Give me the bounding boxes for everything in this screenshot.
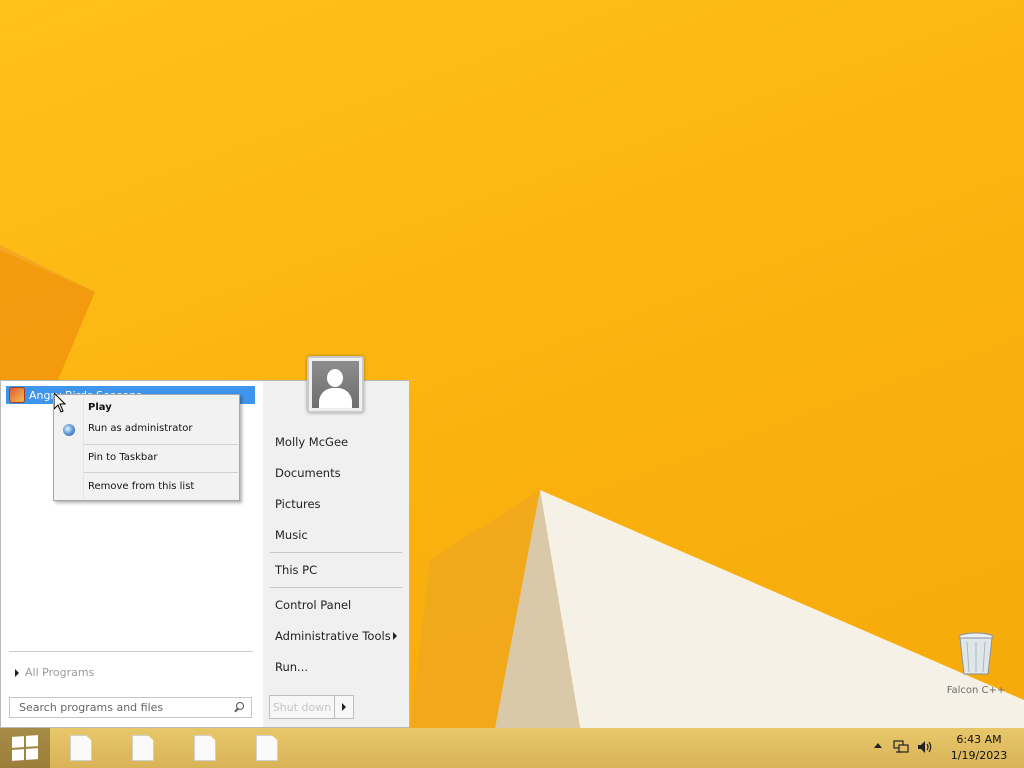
recycle-bin-icon [958,632,994,675]
taskbar-pinned-app-2[interactable] [132,735,154,761]
context-menu: Play Run as administrator Pin to Taskbar… [53,394,240,501]
clock-date: 1/19/2023 [950,749,1008,762]
context-separator [84,472,238,473]
music-link[interactable]: Music [275,528,308,542]
document-icon [256,735,278,761]
context-item-pin-taskbar[interactable]: Pin to Taskbar [88,452,158,463]
context-item-remove[interactable]: Remove from this list [88,481,194,492]
search-box[interactable] [9,697,252,718]
taskbar-pinned-app-1[interactable] [70,735,92,761]
run-as-admin-icon [63,424,75,436]
user-icon [312,361,359,408]
system-clock[interactable]: 6:43 AM 1/19/2023 [944,732,1014,764]
taskbar: 6:43 AM 1/19/2023 [0,728,1024,768]
administrative-tools-link[interactable]: Administrative Tools [275,629,391,643]
document-icon [70,735,92,761]
context-item-run-as-admin[interactable]: Run as administrator [88,423,193,434]
control-panel-link[interactable]: Control Panel [275,598,351,612]
clock-time: 6:43 AM [956,733,1002,746]
network-icon[interactable] [893,740,909,754]
taskbar-pinned-app-4[interactable] [256,735,278,761]
triangle-right-icon [342,703,346,711]
triangle-right-icon [15,668,19,677]
right-divider [270,552,402,553]
start-button[interactable] [0,728,50,768]
recycle-bin-label: Falcon C++ [946,685,1006,696]
search-icon[interactable] [233,701,245,714]
windows-logo-icon [12,735,38,761]
taskbar-pinned-app-3[interactable] [194,735,216,761]
volume-icon[interactable] [917,740,933,754]
this-pc-link[interactable]: This PC [275,563,317,577]
show-hidden-icons-button[interactable] [874,743,882,748]
all-programs-button[interactable]: All Programs [15,666,94,679]
document-icon [194,735,216,761]
left-divider [9,651,253,652]
mouse-cursor-icon [54,393,66,413]
search-input[interactable] [19,701,219,714]
document-icon [132,735,154,761]
user-name-link[interactable]: Molly McGee [275,435,348,449]
recycle-bin-shortcut[interactable]: Falcon C++ [940,632,1012,696]
pictures-link[interactable]: Pictures [275,497,321,511]
context-separator [84,444,238,445]
run-link[interactable]: Run... [275,660,308,674]
right-divider [270,587,402,588]
chevron-right-icon [393,632,397,640]
context-item-play[interactable]: Play [88,402,112,413]
angry-birds-icon [9,387,25,403]
shutdown-group: Shut down [269,695,354,719]
shutdown-options-button[interactable] [335,695,354,719]
shutdown-button[interactable]: Shut down [269,695,335,719]
documents-link[interactable]: Documents [275,466,341,480]
user-avatar[interactable] [307,356,364,413]
context-gutter [83,397,84,498]
all-programs-label: All Programs [25,666,95,679]
